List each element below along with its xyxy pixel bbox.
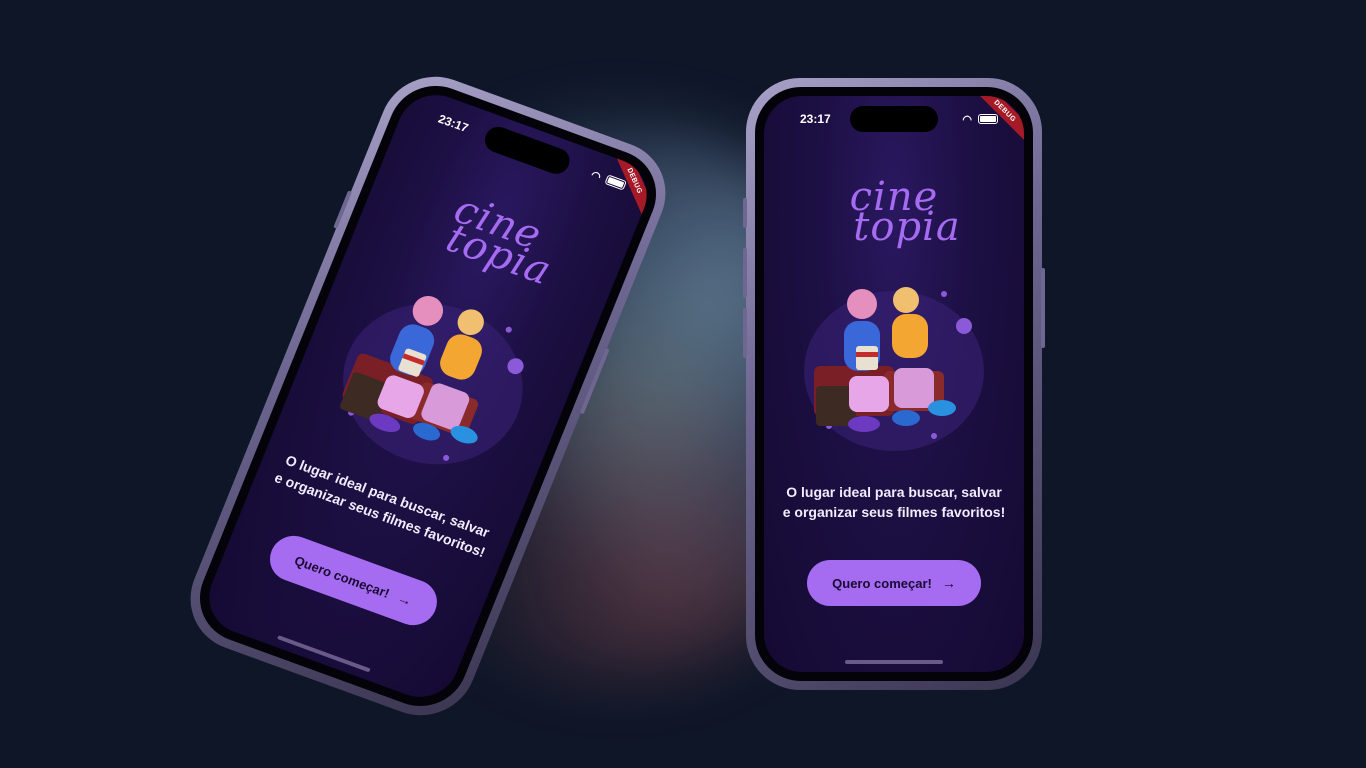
cinema-couple-illustration <box>340 296 524 465</box>
app-logo: cine topia <box>764 177 1024 250</box>
get-started-label: Quero começar! <box>292 552 392 601</box>
phone-mockup-left: 23:17 ◠ DEBUG cine topia O lugar ideal p… <box>174 61 682 731</box>
phone-mockup-right: 23:17 ◠ DEBUG cine topia O lugar ideal p… <box>743 78 1045 690</box>
get-started-button[interactable]: Quero começar! → <box>263 529 444 632</box>
phone-action-button <box>743 198 747 228</box>
wifi-icon: ◠ <box>589 168 603 184</box>
battery-icon <box>604 174 627 191</box>
wifi-icon: ◠ <box>962 113 972 126</box>
logo-line-2: topia <box>853 204 961 250</box>
phone-volume-up-button <box>743 248 747 298</box>
status-icons: ◠ <box>962 113 998 126</box>
arrow-right-icon: → <box>941 575 956 591</box>
app-screen: 23:17 ◠ DEBUG cine topia O lugar ideal p… <box>764 96 1024 672</box>
get-started-label: Quero começar! <box>832 575 932 591</box>
status-time: 23:17 <box>800 112 831 126</box>
cinema-couple-illustration <box>804 287 984 451</box>
get-started-button[interactable]: Quero começar! → <box>807 560 981 606</box>
app-tagline: O lugar ideal para buscar, salvar e orga… <box>782 484 1006 520</box>
phone-bezel: 23:17 ◠ DEBUG cine topia O lugar ideal p… <box>755 87 1033 681</box>
status-bar: 23:17 ◠ <box>764 108 1024 130</box>
home-indicator[interactable] <box>277 635 371 673</box>
status-time: 23:17 <box>436 111 471 136</box>
arrow-right-icon: → <box>395 589 415 610</box>
home-indicator[interactable] <box>845 660 943 664</box>
phone-volume-down-button <box>743 308 747 358</box>
battery-icon <box>978 114 998 124</box>
phone-power-button <box>1041 268 1045 348</box>
phone-bezel: 23:17 ◠ DEBUG cine topia O lugar ideal p… <box>186 73 670 719</box>
